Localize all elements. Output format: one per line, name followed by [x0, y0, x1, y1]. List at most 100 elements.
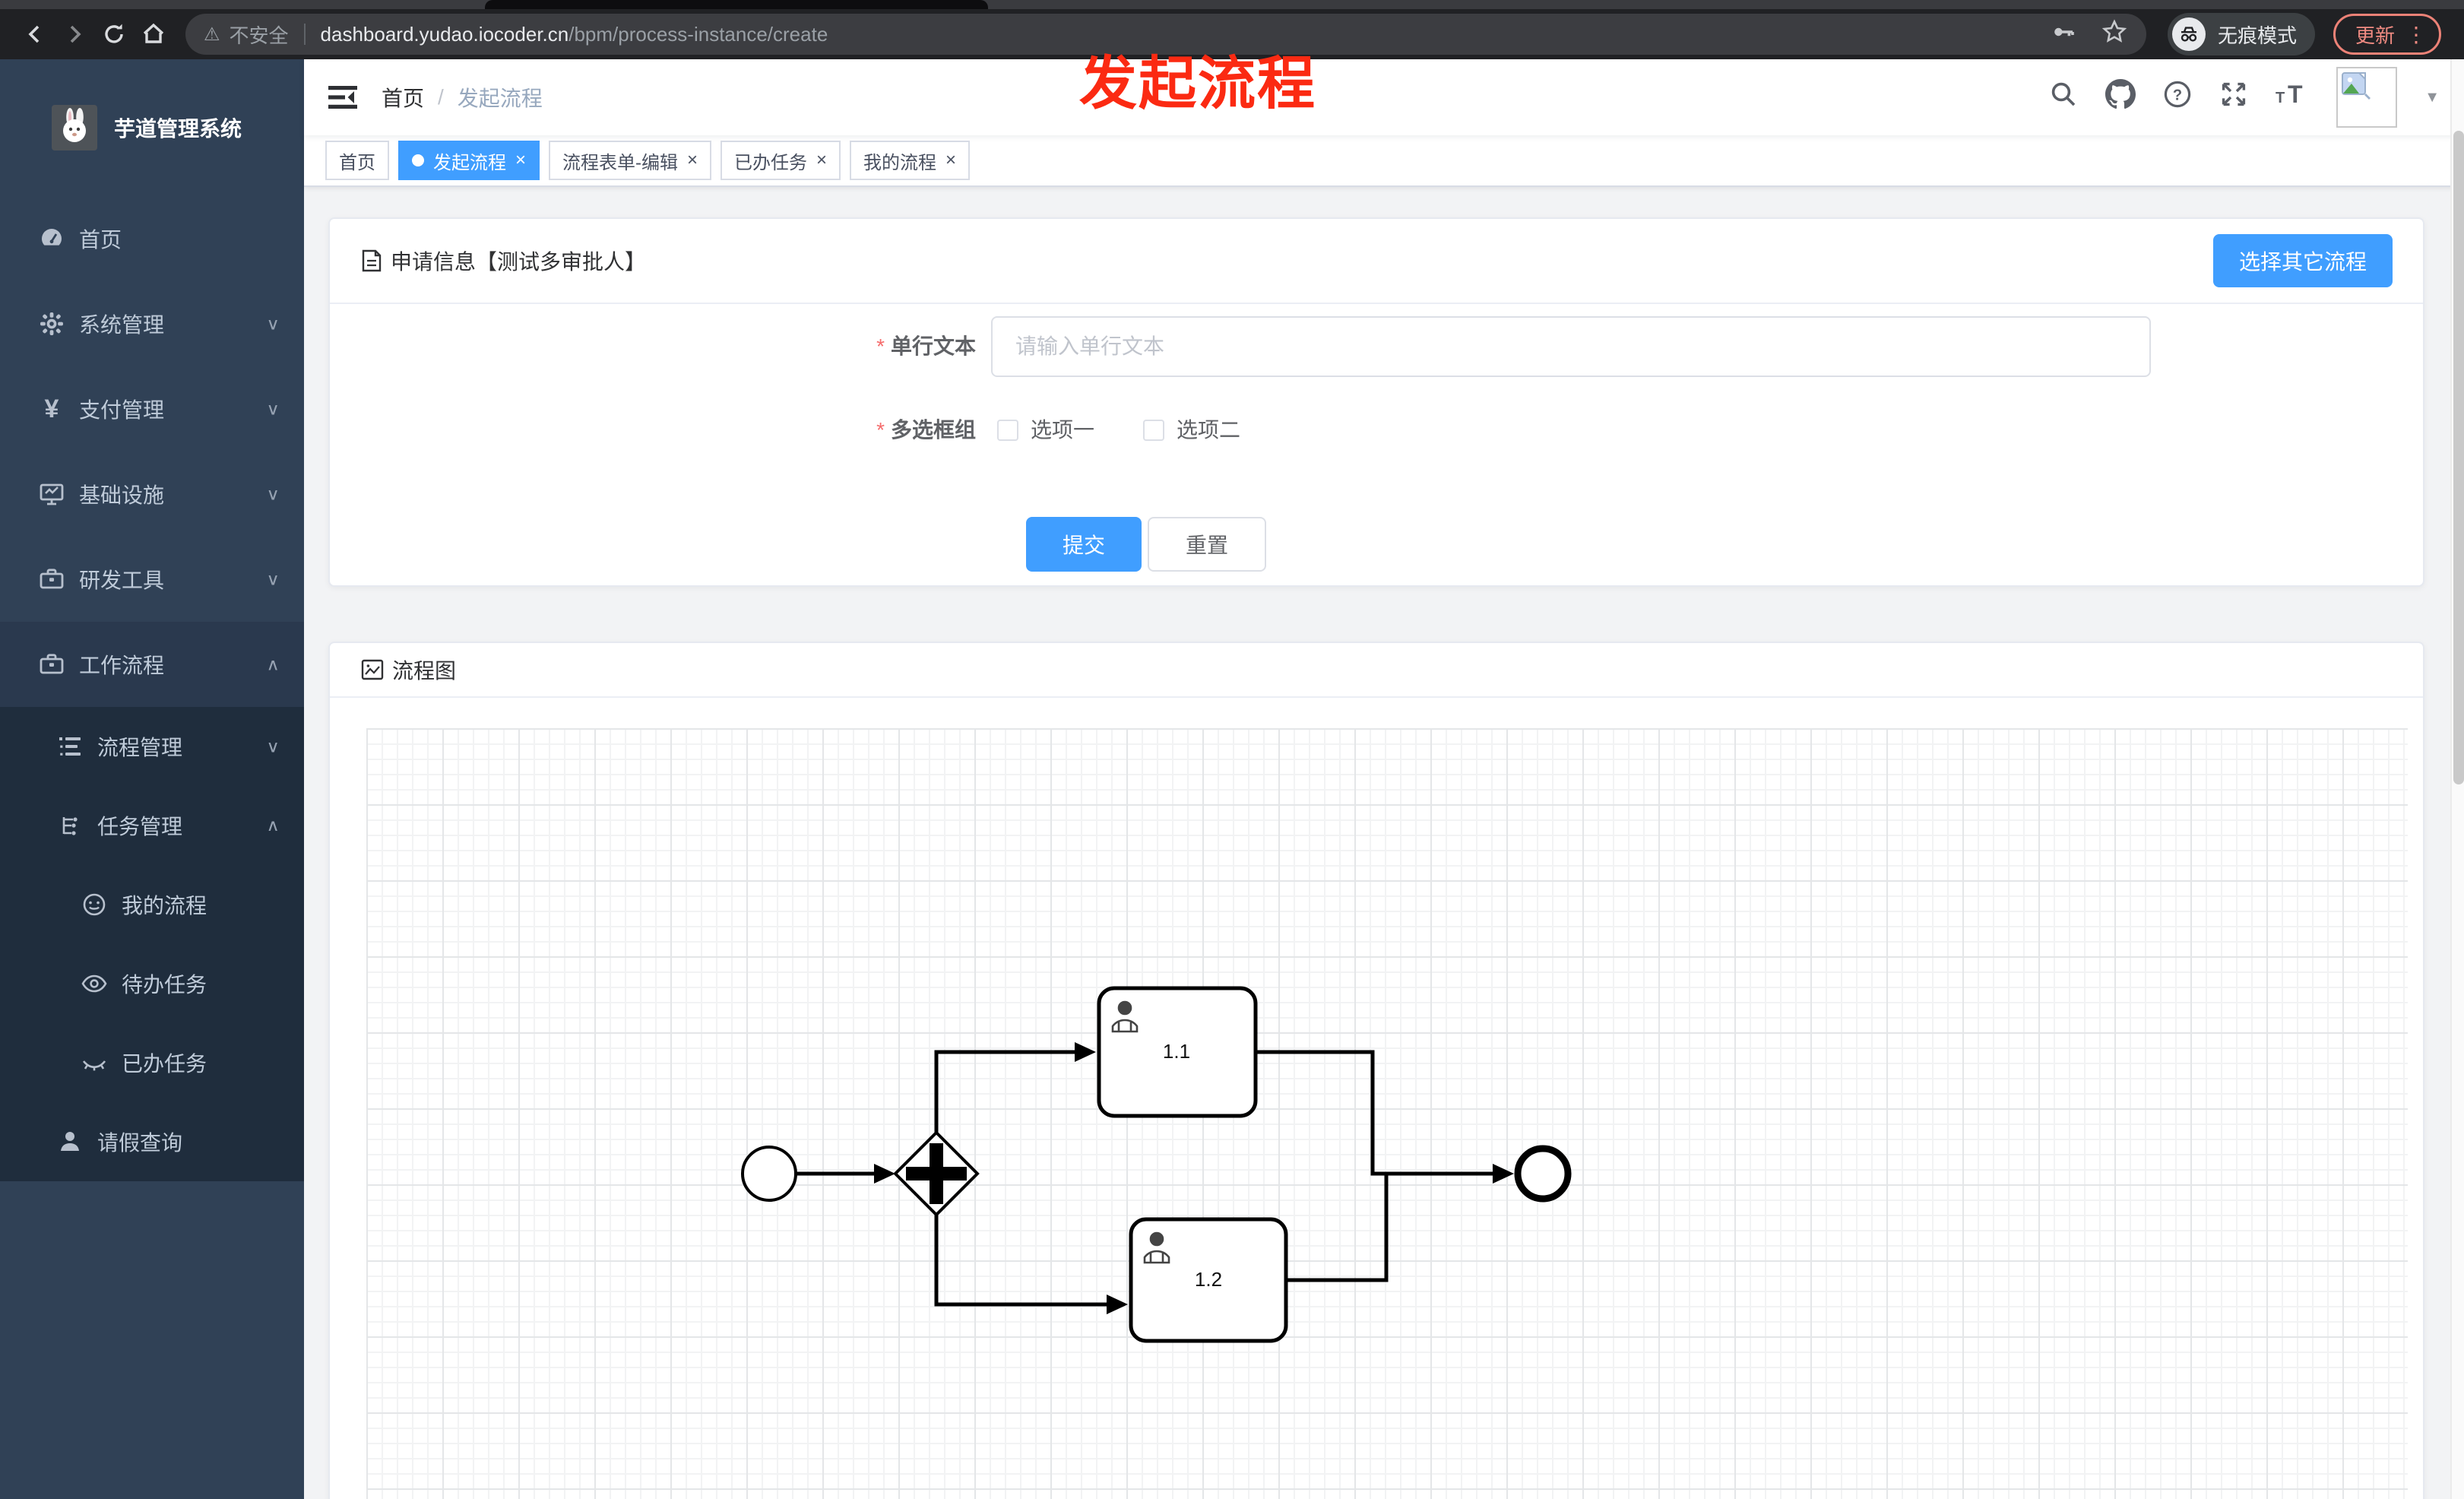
close-icon[interactable]: × — [515, 151, 526, 170]
checkbox-box[interactable] — [1143, 420, 1164, 441]
required-asterisk: * — [876, 334, 885, 358]
search-icon[interactable] — [2049, 80, 2078, 115]
tags-view: 首页 发起流程 × 流程表单-编辑 × 已办任务 × 我的流程 × — [304, 135, 2464, 187]
eye-open-icon — [81, 970, 108, 997]
tab-form-edit[interactable]: 流程表单-编辑 × — [549, 141, 712, 180]
password-key-icon[interactable] — [2051, 19, 2076, 50]
tab-start-process[interactable]: 发起流程 × — [398, 141, 540, 180]
sidebar-item-home[interactable]: 首页 — [0, 196, 304, 281]
user-task-1-2[interactable]: 1.2 — [1129, 1217, 1288, 1343]
process-diagram-card: 流程图 1.1 1.2 — [328, 642, 2424, 1499]
incognito-badge: 无痕模式 — [2168, 13, 2316, 55]
end-event[interactable] — [1514, 1145, 1572, 1203]
not-secure-label[interactable]: 不安全 — [230, 21, 289, 49]
svg-text:T: T — [2288, 81, 2303, 108]
sidebar-item-label: 工作流程 — [79, 654, 165, 677]
scrollbar-thumb[interactable] — [2453, 131, 2464, 784]
close-icon[interactable]: × — [816, 151, 827, 170]
avatar-caret-icon[interactable]: ▼ — [2424, 89, 2440, 106]
required-asterisk: * — [876, 418, 885, 442]
tab-label: 已办任务 — [734, 152, 808, 173]
sidebar-item-label: 已办任务 — [122, 1052, 207, 1076]
fullscreen-icon[interactable] — [2219, 80, 2248, 115]
forward-icon[interactable] — [55, 14, 94, 54]
update-button[interactable]: 更新 ⋮ — [2333, 14, 2442, 55]
back-icon[interactable] — [15, 14, 55, 54]
apply-info-card: 申请信息【测试多审批人】 选择其它流程 *单行文本 *多选框组 选项一 选项二 … — [328, 217, 2424, 587]
breadcrumb-home[interactable]: 首页 — [382, 82, 424, 113]
single-line-text-label: * 单行文本 — [876, 334, 976, 358]
checkbox-option-2[interactable]: 选项二 — [1143, 409, 1240, 452]
sidebar-item-system[interactable]: 系统管理 ∨ — [0, 281, 304, 366]
home-icon[interactable] — [134, 14, 173, 54]
apply-info-title: 申请信息【测试多审批人】 — [391, 250, 647, 274]
select-other-process-button[interactable]: 选择其它流程 — [2212, 234, 2393, 287]
chevron-down-icon: ∨ — [266, 569, 280, 589]
submit-button[interactable]: 提交 — [1026, 517, 1142, 572]
sidebar-item-my-process[interactable]: 我的流程 — [0, 865, 304, 944]
browser-tab[interactable] — [485, 0, 988, 9]
not-secure-icon: ⚠ — [204, 24, 220, 45]
sidebar: 芋道管理系统 首页 系统管理 ∨ ¥ 支付管理 ∨ 基础设施 ∨ 研发工具 ∨ … — [0, 59, 304, 1499]
sidebar-item-devtools[interactable]: 研发工具 ∨ — [0, 537, 304, 622]
url-path[interactable]: /bpm/process-instance/create — [568, 23, 828, 46]
chevron-down-icon: ∨ — [266, 314, 280, 334]
apply-form: *单行文本 *多选框组 选项一 选项二 提交 重置 — [330, 304, 2423, 585]
close-icon[interactable]: × — [945, 151, 956, 170]
sidebar-item-done-tasks[interactable]: 已办任务 — [0, 1023, 304, 1102]
help-icon[interactable]: ? — [2163, 80, 2192, 115]
svg-text:?: ? — [2173, 87, 2182, 103]
sidebar-item-label: 首页 — [79, 228, 122, 252]
tab-home[interactable]: 首页 — [325, 141, 389, 180]
avatar[interactable] — [2336, 67, 2398, 128]
sidebar-logo-row: 芋道管理系统 — [0, 59, 304, 196]
reload-icon[interactable] — [94, 14, 134, 54]
sidebar-item-infra[interactable]: 基础设施 ∨ — [0, 452, 304, 537]
bpmn-diagram: 1.1 1.2 — [741, 986, 1572, 1343]
tab-label: 我的流程 — [863, 152, 937, 173]
browser-menu-icon[interactable]: ⋮ — [2405, 22, 2427, 47]
user-task-1-1[interactable]: 1.1 — [1097, 986, 1258, 1118]
page-scrollbar[interactable] — [2450, 59, 2464, 1499]
tab-my-process[interactable]: 我的流程 × — [850, 141, 971, 180]
checkbox-label: 选项二 — [1177, 418, 1241, 442]
sidebar-item-label: 研发工具 — [79, 569, 165, 592]
yen-icon: ¥ — [44, 394, 59, 423]
sidebar-item-leave-query[interactable]: 请假查询 — [0, 1102, 304, 1181]
github-icon[interactable] — [2105, 79, 2136, 116]
start-event[interactable] — [741, 1146, 797, 1202]
briefcase-icon — [38, 651, 65, 677]
sidebar-collapse-icon[interactable] — [328, 84, 357, 110]
person-icon — [56, 1130, 84, 1154]
eye-closed-icon — [81, 1049, 108, 1076]
bookmark-star-icon[interactable] — [2101, 18, 2128, 51]
sidebar-item-workflow[interactable]: 工作流程 ∧ — [0, 622, 304, 707]
url-domain[interactable]: dashboard.yudao.iocoder.cn — [321, 23, 569, 46]
sidebar-item-process-mgmt[interactable]: 流程管理 ∨ — [0, 707, 304, 786]
font-size-icon[interactable]: TT — [2276, 80, 2309, 115]
parallel-gateway[interactable] — [893, 1130, 980, 1217]
checkbox-box[interactable] — [997, 420, 1018, 441]
workflow-submenu: 流程管理 ∨ 任务管理 ∧ 我的流程 待办任务 已办任务 请假查询 — [0, 707, 304, 1181]
toolbox-icon — [38, 566, 65, 592]
sidebar-item-task-mgmt[interactable]: 任务管理 ∧ — [0, 786, 304, 865]
tab-done-tasks[interactable]: 已办任务 × — [721, 141, 841, 180]
sidebar-menu: 首页 系统管理 ∨ ¥ 支付管理 ∨ 基础设施 ∨ 研发工具 ∨ 工作流程 ∧ … — [0, 196, 304, 1181]
bpmn-canvas[interactable]: 1.1 1.2 — [366, 728, 2408, 1499]
sidebar-item-label: 请假查询 — [97, 1131, 183, 1155]
sidebar-item-todo-tasks[interactable]: 待办任务 — [0, 944, 304, 1023]
checkbox-option-1[interactable]: 选项一 — [997, 409, 1094, 452]
page-content: 申请信息【测试多审批人】 选择其它流程 *单行文本 *多选框组 选项一 选项二 … — [304, 187, 2464, 1499]
checkbox-label: 选项一 — [1031, 418, 1095, 442]
org-tree-icon — [56, 813, 84, 838]
sidebar-item-payment[interactable]: ¥ 支付管理 ∨ — [0, 366, 304, 452]
checkbox-group-label: * 多选框组 — [876, 418, 976, 442]
svg-text:T: T — [2276, 90, 2285, 106]
breadcrumb-current: 发起流程 — [457, 87, 543, 110]
close-icon[interactable]: × — [687, 151, 698, 170]
incognito-label: 无痕模式 — [2218, 24, 2298, 47]
tab-label: 首页 — [339, 152, 375, 173]
reset-button[interactable]: 重置 — [1148, 517, 1267, 572]
single-line-text-input[interactable] — [991, 316, 2151, 377]
incognito-icon — [2172, 17, 2206, 51]
